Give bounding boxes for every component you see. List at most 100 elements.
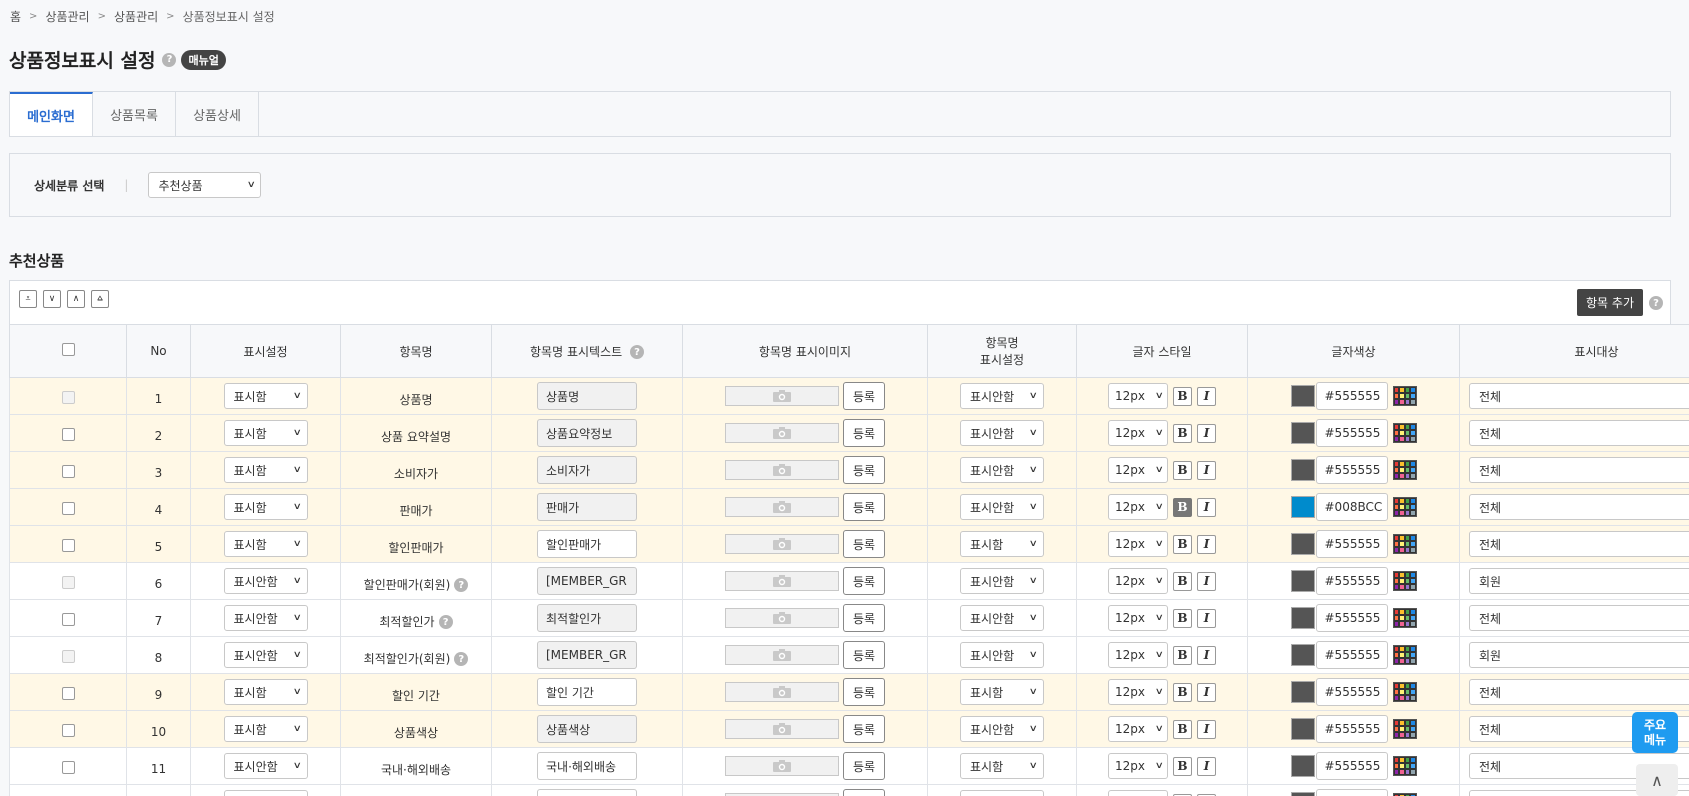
font-size-select[interactable]: 12px ∨: [1108, 383, 1168, 409]
register-button[interactable]: 등록: [843, 604, 885, 632]
category-select[interactable]: 추천상품 ∨: [148, 172, 262, 198]
italic-toggle[interactable]: I: [1197, 608, 1216, 628]
color-hex-input[interactable]: #555555: [1315, 678, 1388, 706]
italic-toggle[interactable]: I: [1197, 682, 1216, 702]
color-swatch[interactable]: [1290, 792, 1315, 796]
name-display-select[interactable]: 표시안함 ∨: [960, 716, 1044, 742]
bold-toggle[interactable]: B: [1173, 719, 1192, 739]
select-all-checkbox[interactable]: [61, 343, 75, 356]
display-setting-select[interactable]: 표시안함 ∨: [223, 568, 308, 594]
display-setting-select[interactable]: 표시안함 ∨: [223, 605, 308, 631]
color-palette-icon[interactable]: [1392, 608, 1417, 628]
font-size-select[interactable]: 12px ∨: [1108, 457, 1168, 483]
manual-badge[interactable]: 매뉴얼: [181, 49, 226, 70]
color-palette-icon[interactable]: [1392, 460, 1417, 480]
register-button[interactable]: 등록: [843, 530, 885, 558]
font-size-select[interactable]: 12px ∨: [1108, 568, 1168, 594]
bold-toggle[interactable]: B: [1173, 497, 1192, 517]
move-top-icon[interactable]: ⩠: [91, 290, 109, 308]
help-icon[interactable]: ?: [1649, 296, 1663, 310]
color-palette-icon[interactable]: [1392, 682, 1417, 702]
italic-toggle[interactable]: I: [1197, 571, 1216, 591]
help-icon[interactable]: ?: [629, 345, 644, 359]
display-text-input[interactable]: 국내·해외배송: [537, 752, 637, 780]
register-button[interactable]: 등록: [843, 456, 885, 484]
tab-main[interactable]: 메인화면: [10, 92, 93, 136]
name-display-select[interactable]: 표시함∨: [960, 531, 1044, 557]
row-checkbox[interactable]: [61, 687, 75, 700]
bold-toggle[interactable]: B: [1173, 682, 1192, 702]
color-palette-icon[interactable]: [1392, 423, 1417, 443]
color-hex-input[interactable]: #555555: [1315, 641, 1388, 669]
color-palette-icon[interactable]: [1392, 756, 1417, 776]
row-checkbox[interactable]: [61, 613, 75, 626]
row-checkbox[interactable]: [61, 428, 75, 441]
color-swatch[interactable]: [1290, 533, 1315, 555]
color-swatch[interactable]: [1290, 496, 1315, 518]
target-select[interactable]: 회원∨: [1469, 642, 1689, 668]
display-setting-select[interactable]: 표시안함 ∨: [223, 753, 308, 779]
register-button[interactable]: 등록: [843, 678, 885, 706]
italic-toggle[interactable]: I: [1197, 719, 1216, 739]
register-button[interactable]: 등록: [843, 567, 885, 595]
name-display-select[interactable]: 표시함∨: [960, 679, 1044, 705]
target-select[interactable]: 전체∨: [1469, 679, 1689, 705]
move-bottom-icon[interactable]: ⩡: [19, 290, 37, 308]
color-hex-input[interactable]: #555555: [1315, 715, 1388, 743]
help-icon[interactable]: ?: [454, 652, 469, 666]
name-display-select[interactable]: 표시안함 ∨: [960, 494, 1044, 520]
italic-toggle[interactable]: I: [1197, 386, 1216, 406]
add-item-button[interactable]: 항목 추가: [1577, 289, 1643, 316]
name-display-select[interactable]: 표시안함 ∨: [960, 420, 1044, 446]
name-display-select[interactable]: 표시안함 ∨: [960, 457, 1044, 483]
italic-toggle[interactable]: I: [1197, 460, 1216, 480]
target-select[interactable]: 회원∨: [1469, 568, 1689, 594]
register-button[interactable]: 등록: [843, 382, 885, 410]
register-button[interactable]: 등록: [843, 641, 885, 669]
move-down-icon[interactable]: ∨: [43, 290, 61, 308]
color-hex-input[interactable]: #555555: [1315, 456, 1388, 484]
bold-toggle[interactable]: B: [1173, 645, 1192, 665]
italic-toggle[interactable]: I: [1197, 645, 1216, 665]
target-select[interactable]: 전체∨: [1469, 383, 1689, 409]
font-size-select[interactable]: 12px ∨: [1108, 753, 1168, 779]
font-size-select[interactable]: 12px ∨: [1108, 642, 1168, 668]
font-size-select[interactable]: 12px ∨: [1108, 605, 1168, 631]
bold-toggle[interactable]: B: [1173, 571, 1192, 591]
color-palette-icon[interactable]: [1392, 645, 1417, 665]
scroll-top-icon[interactable]: ∧: [1636, 764, 1678, 796]
register-button[interactable]: 등록: [843, 715, 885, 743]
register-button[interactable]: 등록: [843, 752, 885, 780]
row-checkbox[interactable]: [61, 465, 75, 478]
color-hex-input[interactable]: #008BCC: [1315, 493, 1388, 521]
name-display-select[interactable]: 표시안함 ∨: [960, 568, 1044, 594]
register-button[interactable]: 등록: [843, 419, 885, 447]
italic-toggle[interactable]: I: [1197, 497, 1216, 517]
italic-toggle[interactable]: I: [1197, 423, 1216, 443]
display-text-input[interactable]: 할인 기간: [537, 678, 637, 706]
color-swatch[interactable]: [1290, 385, 1315, 407]
target-select[interactable]: 전체∨: [1469, 605, 1689, 631]
row-checkbox[interactable]: [61, 539, 75, 552]
color-swatch[interactable]: [1290, 644, 1315, 666]
color-swatch[interactable]: [1290, 755, 1315, 777]
bold-toggle[interactable]: B: [1173, 608, 1192, 628]
breadcrumb-level2[interactable]: 상품관리: [114, 8, 158, 25]
tab-product-detail[interactable]: 상품상세: [176, 92, 259, 136]
italic-toggle[interactable]: I: [1197, 534, 1216, 554]
name-display-select[interactable]: 표시안함 ∨: [960, 383, 1044, 409]
target-select[interactable]: 전체∨: [1469, 457, 1689, 483]
display-setting-select[interactable]: 표시함 ∨: [223, 420, 308, 446]
bold-toggle[interactable]: B: [1173, 386, 1192, 406]
bold-toggle[interactable]: B: [1173, 756, 1192, 776]
font-size-select[interactable]: 12px ∨: [1108, 420, 1168, 446]
font-size-select[interactable]: 12px ∨: [1108, 531, 1168, 557]
display-setting-select[interactable]: 표시함 ∨: [223, 531, 308, 557]
display-text-input[interactable]: 배송비: [537, 789, 637, 796]
name-display-select[interactable]: 표시안함 ∨: [960, 642, 1044, 668]
display-setting-select[interactable]: 표시함 ∨: [223, 679, 308, 705]
color-palette-icon[interactable]: [1392, 497, 1417, 517]
target-select[interactable]: 전체∨: [1469, 531, 1689, 557]
display-setting-select[interactable]: 표시함 ∨: [223, 383, 308, 409]
name-display-select[interactable]: 표시함∨: [960, 790, 1044, 796]
